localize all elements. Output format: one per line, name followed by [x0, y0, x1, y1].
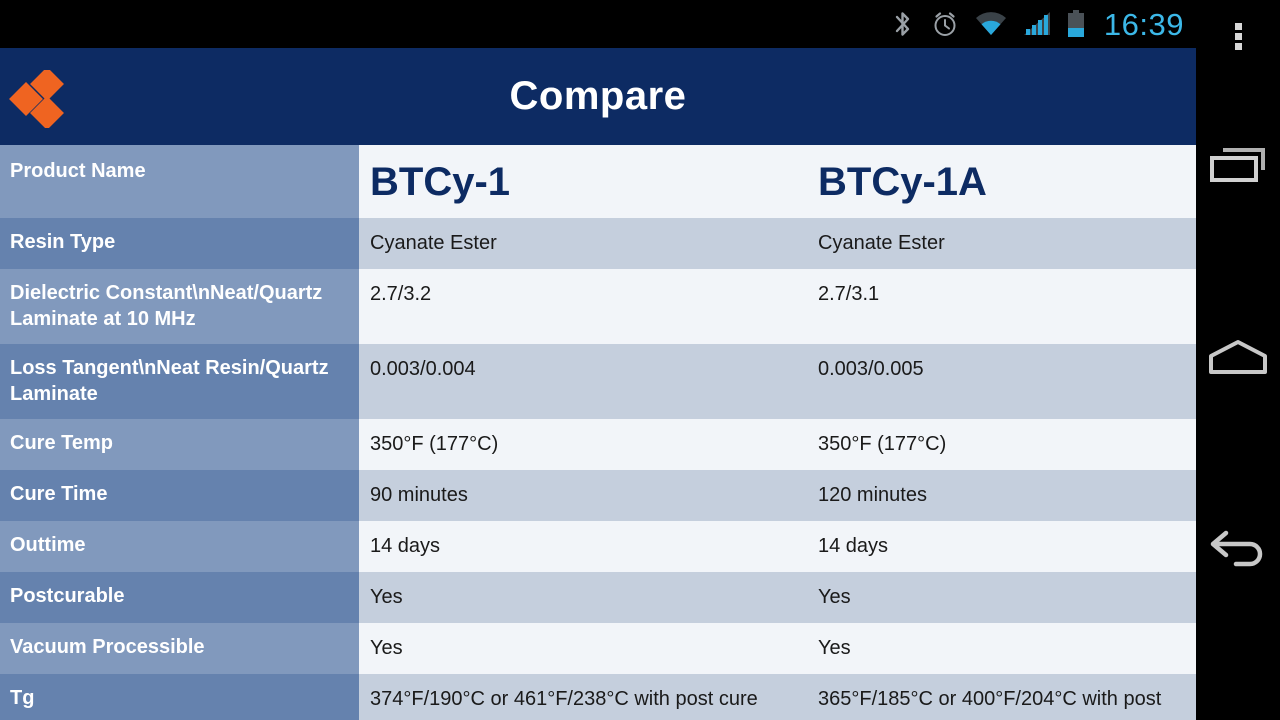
row-value-1: 90 minutes: [359, 470, 808, 521]
status-bar-clock: 16:39: [1103, 6, 1184, 42]
table-row: Outtime 14 days 14 days: [0, 521, 1196, 572]
row-value-1: Cyanate Ester: [359, 218, 808, 269]
row-label: Cure Time: [0, 470, 359, 521]
row-value-1: Yes: [359, 623, 808, 674]
navigation-bar: [1196, 0, 1280, 720]
app-bar: Compare: [0, 48, 1196, 145]
row-value-2: Cyanate Ester: [808, 218, 1196, 269]
product-name-value-2: BTCy-1A: [808, 145, 1196, 218]
recent-apps-icon: [1207, 144, 1269, 197]
row-value-2: 350°F (177°C): [808, 419, 1196, 470]
row-label: Resin Type: [0, 218, 359, 269]
row-value-2: Yes: [808, 623, 1196, 674]
row-value-1: 14 days: [359, 521, 808, 572]
table-row: Loss Tangent\nNeat Resin/Quartz Laminate…: [0, 344, 1196, 419]
row-label: Postcurable: [0, 572, 359, 623]
row-label: Vacuum Processible: [0, 623, 359, 674]
battery-icon: [1066, 10, 1086, 38]
row-value-1: 2.7/3.2: [359, 269, 808, 344]
row-value-1: Yes: [359, 572, 808, 623]
overflow-menu-button[interactable]: [1196, 14, 1280, 58]
row-value-2: 2.7/3.1: [808, 269, 1196, 344]
row-value-2: 0.003/0.005: [808, 344, 1196, 419]
row-value-2: 365°F/185°C or 400°F/204°C with post cur…: [808, 674, 1196, 720]
compare-table[interactable]: Product Name BTCy-1 BTCy-1A Resin Type C…: [0, 145, 1196, 720]
table-row: Postcurable Yes Yes: [0, 572, 1196, 623]
row-value-2: 120 minutes: [808, 470, 1196, 521]
row-value-1: 374°F/190°C or 461°F/238°C with post cur…: [359, 674, 808, 720]
home-button[interactable]: [1196, 330, 1280, 394]
row-value-1: 0.003/0.004: [359, 344, 808, 419]
row-value-2: Yes: [808, 572, 1196, 623]
table-row: Dielectric Constant\nNeat/Quartz Laminat…: [0, 269, 1196, 344]
row-label: Outtime: [0, 521, 359, 572]
row-label: Product Name: [0, 145, 359, 218]
recent-apps-button[interactable]: [1196, 138, 1280, 202]
home-icon: [1207, 338, 1269, 387]
table-row: Vacuum Processible Yes Yes: [0, 623, 1196, 674]
table-row: Tg 374°F/190°C or 461°F/238°C with post …: [0, 674, 1196, 720]
table-row: Product Name BTCy-1 BTCy-1A: [0, 145, 1196, 218]
page-title: Compare: [509, 74, 687, 118]
row-label: Loss Tangent\nNeat Resin/Quartz Laminate: [0, 344, 359, 419]
table-row: Cure Temp 350°F (177°C) 350°F (177°C): [0, 419, 1196, 470]
back-icon: [1206, 528, 1270, 577]
overflow-menu-icon: [1234, 20, 1242, 53]
row-label: Cure Temp: [0, 419, 359, 470]
alarm-icon: [930, 9, 960, 39]
row-value-2: 14 days: [808, 521, 1196, 572]
bluetooth-icon: [890, 9, 916, 39]
table-row: Resin Type Cyanate Ester Cyanate Ester: [0, 218, 1196, 269]
status-bar: 16:39: [0, 0, 1196, 48]
three-diamonds-logo: [8, 67, 64, 130]
row-label: Tg: [0, 674, 359, 720]
row-label: Dielectric Constant\nNeat/Quartz Laminat…: [0, 269, 359, 344]
wifi-icon: [974, 11, 1008, 37]
cellular-signal-icon: [1022, 11, 1052, 37]
product-name-value-1: BTCy-1: [359, 145, 808, 218]
back-button[interactable]: [1196, 520, 1280, 584]
table-row: Cure Time 90 minutes 120 minutes: [0, 470, 1196, 521]
row-value-1: 350°F (177°C): [359, 419, 808, 470]
device-screen: 16:39 Compare Product Name BTCy-1 BTCy-1…: [0, 0, 1280, 720]
